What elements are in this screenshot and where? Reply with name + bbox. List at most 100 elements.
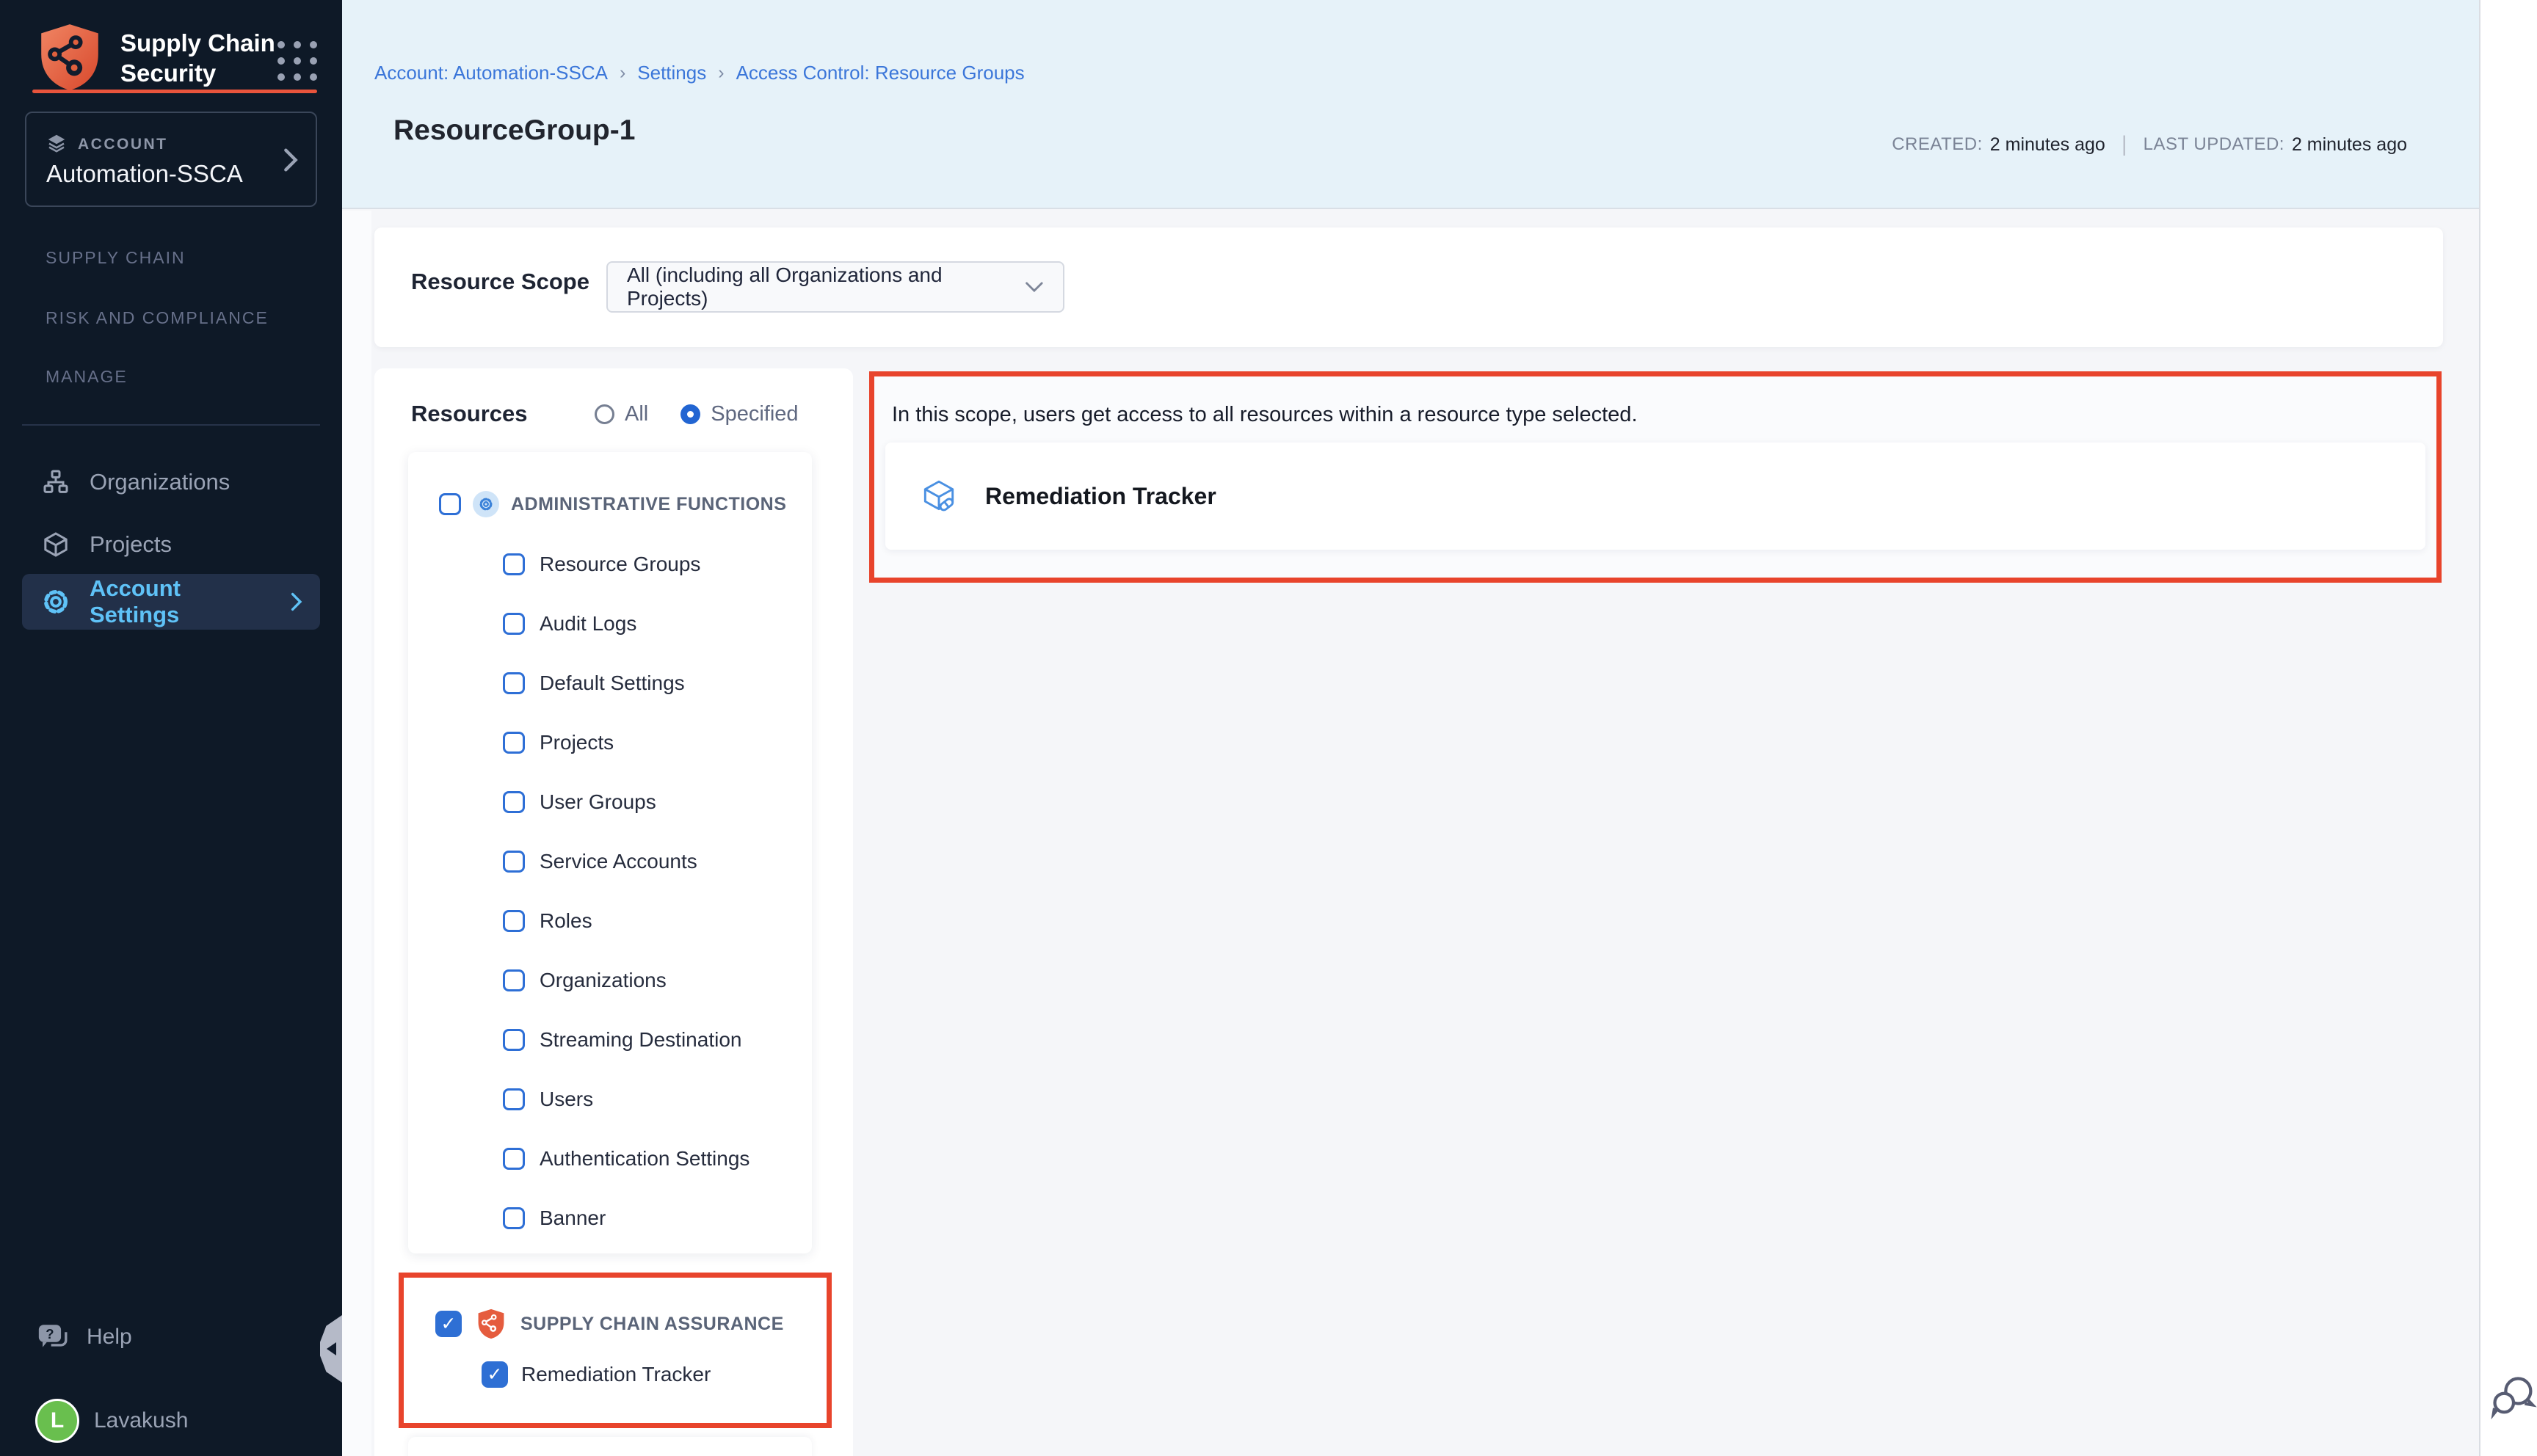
resources-title: Resources (411, 401, 528, 427)
cube-icon (41, 530, 70, 559)
item-label: Service Accounts (540, 850, 697, 873)
item-label: Audit Logs (540, 612, 636, 636)
org-chart-icon (41, 467, 70, 497)
resource-scope-select[interactable]: All (including all Organizations and Pro… (606, 261, 1064, 313)
sca-group-row[interactable]: ✓ SUPPLY CHAIN ASSURANCE (435, 1307, 784, 1341)
radio-specified-label: Specified (711, 402, 798, 426)
resources-panel: Resources All Specified ADMINIST (374, 368, 853, 1456)
resource-item-row[interactable]: Service Accounts (408, 831, 812, 891)
sidebar: Supply Chain Security ACCOUNT Automation… (0, 0, 342, 1456)
resource-scope-value: All (including all Organizations and Pro… (627, 263, 1025, 310)
administrative-functions-card: ADMINISTRATIVE FUNCTIONS Resource Groups… (408, 452, 812, 1253)
resource-item-row[interactable]: Projects (408, 713, 812, 772)
radio-all[interactable]: All (595, 402, 648, 426)
resource-item-row[interactable]: Banner (408, 1188, 812, 1248)
sca-group-label: SUPPLY CHAIN ASSURANCE (520, 1314, 784, 1335)
checkbox-authentication-settings[interactable] (503, 1148, 525, 1170)
user-menu[interactable]: L Lavakush (22, 1396, 272, 1446)
checkbox-resource-groups[interactable] (503, 553, 525, 575)
breadcrumb-account[interactable]: Account: Automation-SSCA (374, 62, 608, 84)
item-label: Roles (540, 909, 592, 933)
item-label: User Groups (540, 790, 656, 814)
resource-scope-card: Resource Scope All (including all Organi… (374, 228, 2443, 347)
breadcrumb-resource-groups[interactable]: Access Control: Resource Groups (736, 62, 1025, 84)
account-label: ACCOUNT (78, 136, 168, 153)
checkbox-administrative-functions[interactable] (439, 493, 461, 515)
help-chat-icon: ? (37, 1322, 70, 1353)
app-grid-icon[interactable] (277, 41, 317, 81)
scrollbar-gutter[interactable] (2479, 0, 2537, 1456)
sidebar-section-risk-and-compliance[interactable]: RISK AND COMPLIANCE (46, 308, 269, 328)
resource-item-row[interactable]: Default Settings (408, 653, 812, 713)
item-label: Projects (540, 731, 614, 754)
admin-group-label: ADMINISTRATIVE FUNCTIONS (511, 494, 786, 515)
sidebar-item-organizations[interactable]: Organizations (22, 454, 320, 511)
breadcrumb-separator: › (620, 62, 625, 84)
sidebar-item-projects[interactable]: Projects (22, 516, 320, 573)
chevron-down-icon (1025, 281, 1044, 293)
resource-scope-label: Resource Scope (411, 269, 589, 295)
page-title: ResourceGroup-1 (393, 114, 635, 147)
collapse-left-arrow-icon (327, 1342, 336, 1355)
chevron-right-icon (291, 592, 302, 612)
help-button[interactable]: ? Help (22, 1315, 242, 1359)
selected-resource-name: Remediation Tracker (985, 483, 1216, 510)
breadcrumb: Account: Automation-SSCA › Settings › Ac… (374, 62, 1025, 84)
checkbox-user-groups[interactable] (503, 791, 525, 813)
scope-info-box-highlighted: In this scope, users get access to all r… (869, 371, 2442, 583)
checkbox-audit-logs[interactable] (503, 613, 525, 635)
resource-item-row[interactable]: Authentication Settings (408, 1129, 812, 1188)
item-label: Organizations (540, 969, 667, 992)
resources-mode-radios: All Specified (595, 402, 799, 426)
sidebar-divider (22, 424, 320, 426)
supply-chain-assurance-shield-icon (475, 1307, 507, 1341)
resource-item-row[interactable]: Roles (408, 891, 812, 950)
app-screen: Supply Chain Security ACCOUNT Automation… (0, 0, 2537, 1456)
item-label: Banner (540, 1206, 606, 1230)
sidebar-item-label: Account Settings (90, 575, 272, 628)
checkbox-supply-chain-assurance-checked[interactable]: ✓ (435, 1311, 462, 1337)
radio-all-label: All (625, 402, 648, 426)
resource-item-row[interactable]: User Groups (408, 772, 812, 831)
checkbox-default-settings[interactable] (503, 672, 525, 694)
checkbox-projects[interactable] (503, 732, 525, 754)
selected-resource-card: Remediation Tracker (885, 443, 2425, 550)
resource-item-row[interactable]: Users (408, 1069, 812, 1129)
resource-item-row[interactable]: Resource Groups (408, 534, 812, 594)
content-left-gutter (342, 211, 371, 1456)
checkbox-streaming-destination[interactable] (503, 1029, 525, 1051)
sidebar-item-account-settings[interactable]: Account Settings (22, 574, 320, 630)
chat-bubbles-icon[interactable] (2489, 1368, 2537, 1427)
sidebar-section-supply-chain[interactable]: SUPPLY CHAIN (46, 248, 186, 268)
resource-item-row[interactable]: Streaming Destination (408, 1010, 812, 1069)
sidebar-item-label: Projects (90, 531, 172, 558)
avatar: L (35, 1399, 79, 1443)
breadcrumb-settings[interactable]: Settings (637, 62, 706, 84)
radio-specified-circle[interactable] (680, 404, 700, 424)
checkbox-roles[interactable] (503, 910, 525, 932)
checkbox-banner[interactable] (503, 1207, 525, 1229)
breadcrumb-separator: › (718, 62, 724, 84)
radio-specified[interactable]: Specified (680, 402, 798, 426)
checkbox-users[interactable] (503, 1088, 525, 1110)
svg-text:?: ? (46, 1326, 54, 1342)
chevron-right-icon (283, 147, 298, 173)
supply-chain-assurance-card-highlighted: ✓ SUPPLY CHAIN ASSURANCE ✓ Remediation T… (399, 1273, 832, 1428)
supply-chain-security-logo-icon (34, 21, 106, 94)
updated-label: LAST UPDATED: (2144, 134, 2284, 155)
radio-all-circle[interactable] (595, 404, 614, 424)
account-selector[interactable]: ACCOUNT Automation-SSCA (25, 112, 317, 207)
checkbox-organizations[interactable] (503, 969, 525, 991)
help-label: Help (87, 1325, 132, 1350)
created-value: 2 minutes ago (1990, 134, 2105, 156)
checkbox-service-accounts[interactable] (503, 851, 525, 873)
admin-group-row[interactable]: ADMINISTRATIVE FUNCTIONS (408, 483, 812, 525)
updated-value: 2 minutes ago (2292, 134, 2407, 156)
checkbox-remediation-tracker-checked[interactable]: ✓ (482, 1361, 508, 1388)
resource-item-row[interactable]: Audit Logs (408, 594, 812, 653)
resource-item-row[interactable]: Organizations (408, 950, 812, 1010)
resource-item-row[interactable]: ✓ Remediation Tracker (482, 1361, 711, 1388)
next-group-card-partial (408, 1437, 812, 1456)
sidebar-section-manage[interactable]: MANAGE (46, 367, 128, 387)
item-label: Authentication Settings (540, 1147, 750, 1171)
